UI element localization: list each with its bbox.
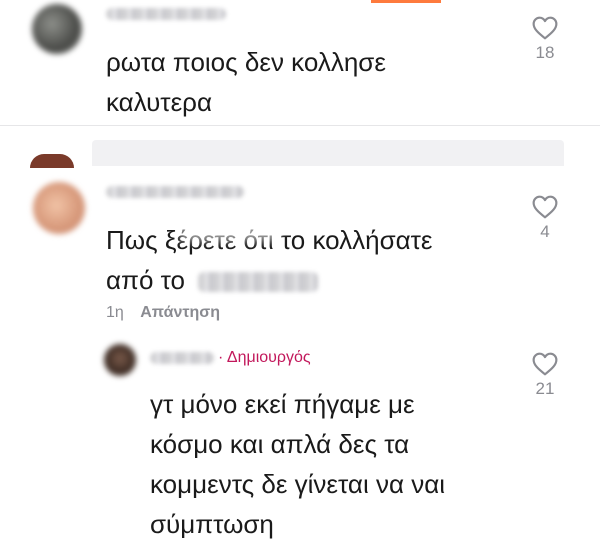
username-redacted[interactable] [106,186,244,198]
heart-outline-icon [532,16,558,40]
avatar[interactable] [32,4,82,54]
comment-text-line: Πως ξέρετε ότι το κολλήσατε [106,225,433,255]
redacted-text [198,272,319,293]
creator-badge: · Δημιουργός [218,349,311,366]
heart-outline-icon [532,195,558,219]
comment-text-line: από το [106,265,186,295]
username-redacted[interactable] [106,8,226,20]
like-button[interactable]: 21 [531,352,559,399]
comment-meta: 1η Απάντηση [106,304,220,322]
avatar[interactable] [104,344,136,376]
like-button[interactable]: 18 [531,16,559,63]
avatar[interactable] [33,182,85,234]
top-accent-bar [371,0,441,3]
username-redacted[interactable] [150,352,214,364]
divider [0,125,600,126]
like-button[interactable]: 4 [531,195,559,242]
overlay-panel [92,140,564,166]
heart-outline-icon [532,352,558,376]
like-count: 18 [535,43,555,62]
reply-text: γτ μόνο εκεί πήγαμε με κόσμο και απλά δε… [150,384,520,544]
comment-text-line: ρωτα ποιος δεν κολλησε [106,47,386,77]
comment-text: ρωτα ποιος δεν κολλησε καλυτερα [106,42,506,122]
reply-text-line: κομμεντς δε γίνεται να ναι [150,469,446,499]
comment-text-line: καλυτερα [106,87,212,117]
reply-text-line: κόσμο και απλά δες τα [150,429,410,459]
reply-text-line: γτ μόνο εκεί πήγαμε με [150,389,415,419]
redaction-smudge [180,224,280,242]
like-count: 4 [540,222,550,241]
reply-text-line: σύμπτωση [150,509,274,539]
avatar-partial[interactable] [30,154,74,168]
reply-button[interactable]: Απάντηση [140,304,220,321]
like-count: 21 [535,379,555,398]
comment-time: 1η [106,304,124,321]
comment-text: Πως ξέρετε ότι το κολλήσατε από το [106,220,526,300]
